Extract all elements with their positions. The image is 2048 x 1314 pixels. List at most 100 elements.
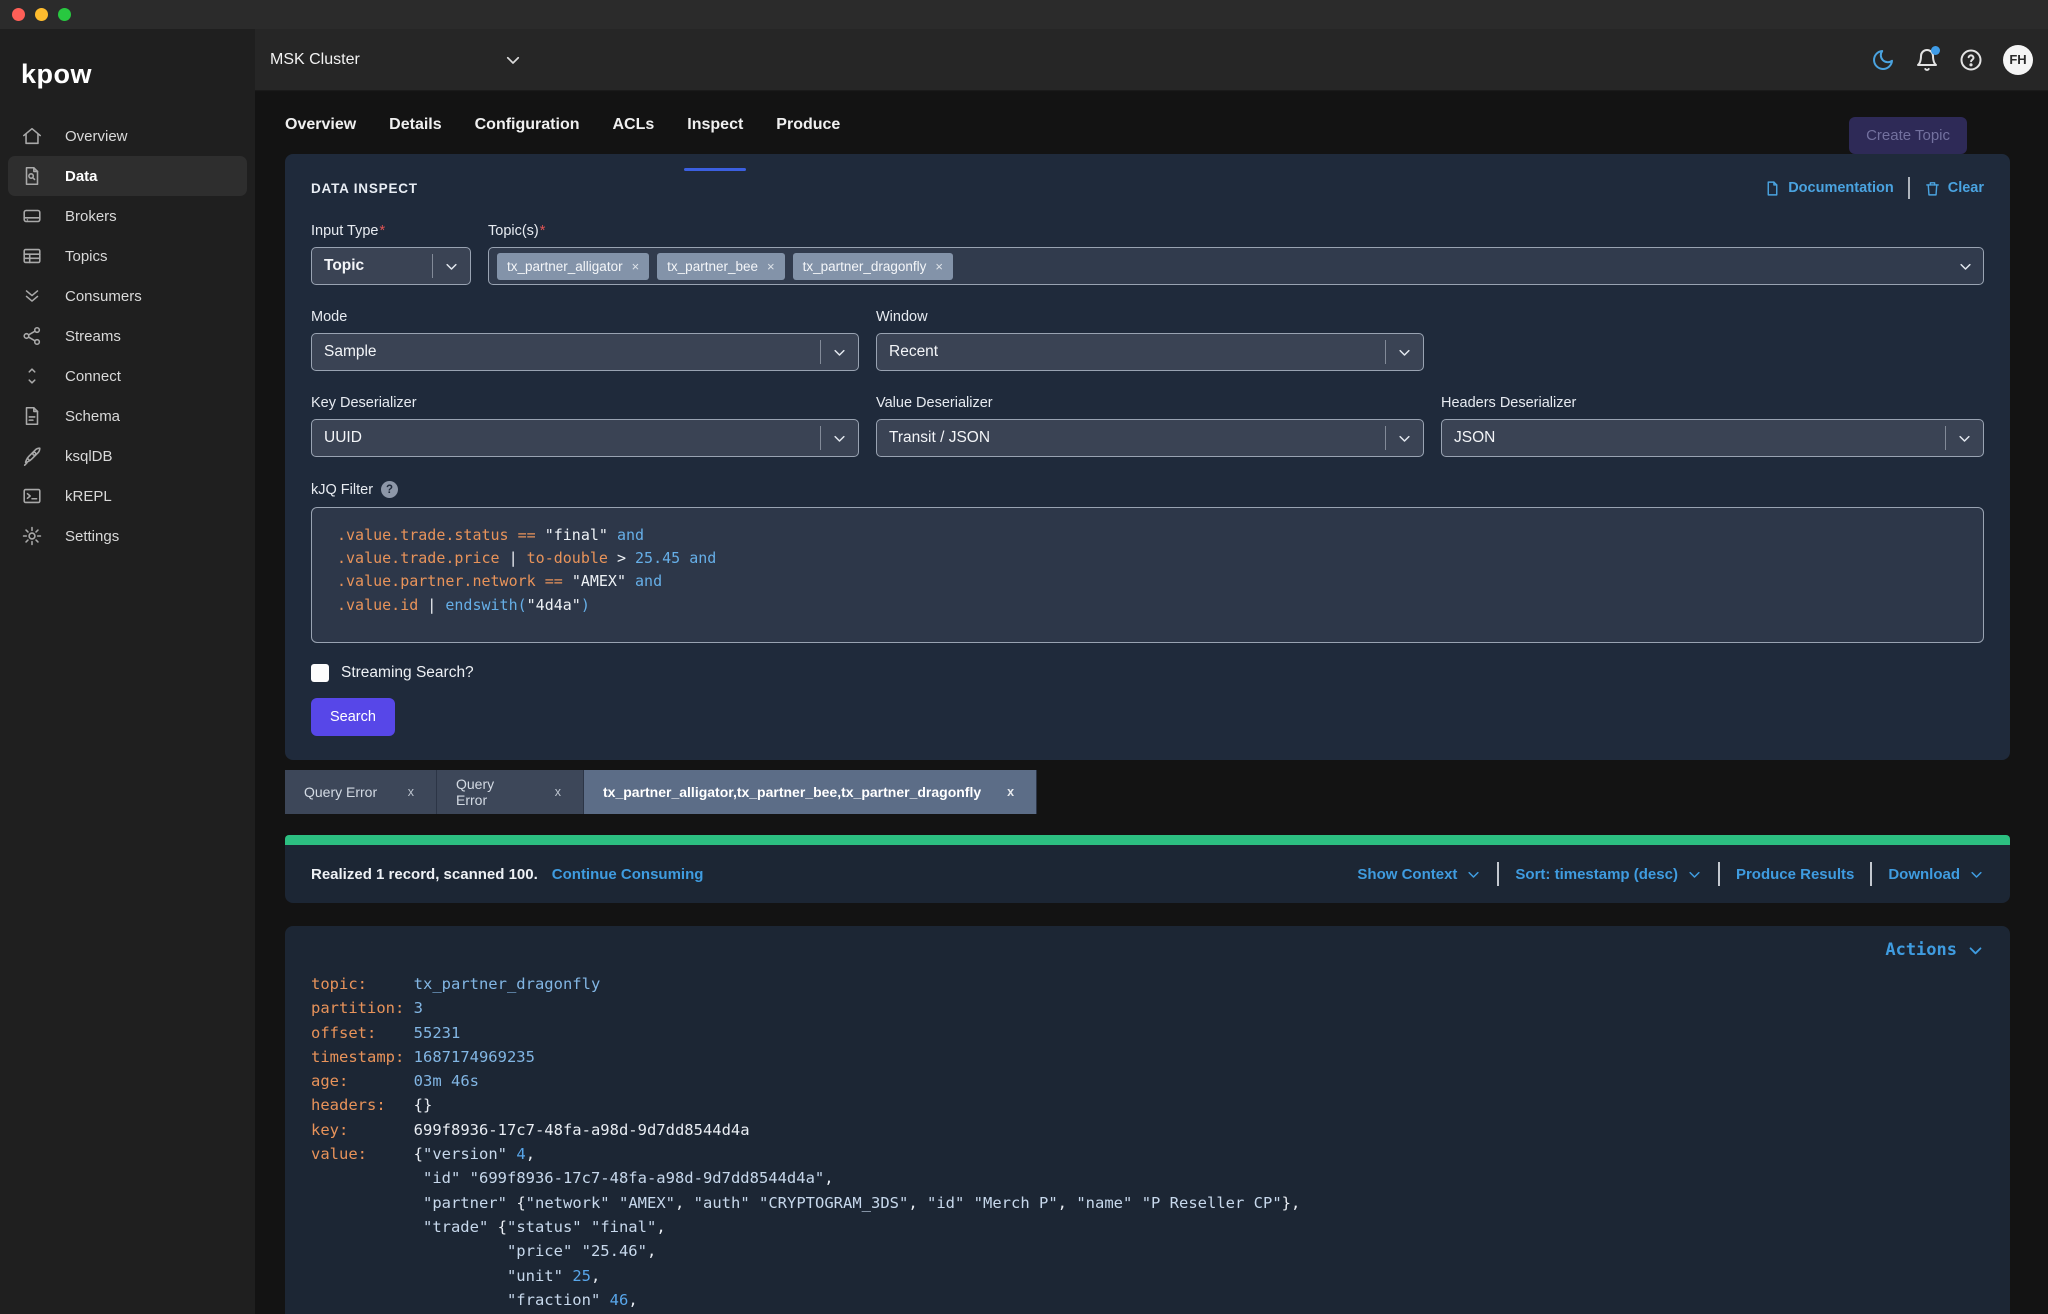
topic-tag: tx_partner_alligator ×: [497, 252, 650, 280]
required-asterisk: *: [379, 223, 386, 239]
close-tab-icon[interactable]: x: [1007, 785, 1014, 799]
sidebar-item-brokers[interactable]: Brokers: [8, 196, 247, 236]
clear-button[interactable]: Clear: [1924, 180, 1984, 197]
close-tab-icon[interactable]: x: [408, 785, 414, 799]
sidebar-item-label: ksqlDB: [65, 447, 113, 465]
sidebar-item-label: Streams: [65, 327, 121, 345]
notification-badge: [1931, 45, 1940, 55]
create-topic-button[interactable]: Create Topic: [1849, 117, 1967, 154]
query-result-tabs: Query Error x Query Error x tx_partner_allig…: [285, 770, 2010, 814]
sidebar-item-ksqldb[interactable]: ksqlDB: [8, 436, 247, 476]
document-icon: [21, 405, 43, 427]
data-inspect-panel: DATA INSPECT Documentation Clear Input T…: [285, 154, 2010, 760]
sidebar-item-overview[interactable]: Overview: [8, 116, 247, 156]
query-tab[interactable]: Query Error x: [285, 770, 437, 814]
tab-produce[interactable]: Produce: [776, 116, 840, 154]
download-dropdown[interactable]: Download: [1888, 866, 1984, 883]
documentation-link[interactable]: Documentation: [1764, 180, 1894, 197]
file-search-icon: [21, 165, 43, 187]
record-line: timestamp: 1687174969235: [311, 1047, 535, 1066]
help-button[interactable]: [1959, 48, 1983, 72]
value-deserializer-field: Value Deserializer Transit / JSON: [876, 395, 1424, 457]
actions-dropdown[interactable]: Actions: [1885, 940, 1984, 960]
drive-icon: [21, 205, 43, 227]
record-line: "id" "699f8936-17c7-48fa-a98d-9d7dd8544d…: [422, 1169, 834, 1188]
sidebar-item-data[interactable]: Data: [8, 156, 247, 196]
panel-title: DATA INSPECT: [311, 180, 418, 196]
sidebar-item-label: Schema: [65, 407, 121, 425]
kjq-filter-editor[interactable]: .value.trade.status == "final" and .value…: [311, 507, 1984, 643]
sidebar-nav: Overview Data Brokers Topics Consumers Stream…: [0, 116, 255, 556]
help-circle-icon[interactable]: ?: [381, 481, 399, 498]
zoom-window-button[interactable]: [58, 8, 71, 21]
cluster-selector[interactable]: MSK Cluster: [270, 51, 522, 69]
divider: [1497, 862, 1500, 886]
remove-tag-icon[interactable]: ×: [767, 259, 775, 274]
query-tab-label: Query Error: [456, 776, 495, 808]
topic-tag-label: tx_partner_bee: [667, 258, 758, 274]
key-deserializer-select[interactable]: UUID: [311, 419, 859, 457]
home-icon: [21, 125, 43, 147]
produce-results-link[interactable]: Produce Results: [1736, 866, 1854, 883]
trash-icon: [1925, 181, 1939, 196]
chevron-down-icon: [1959, 435, 1970, 442]
record-line: "unit" 25,: [506, 1266, 601, 1285]
sidebar-item-settings[interactable]: Settings: [8, 516, 247, 556]
sidebar-item-consumers[interactable]: Consumers: [8, 276, 247, 316]
remove-tag-icon[interactable]: ×: [632, 259, 640, 274]
dark-mode-toggle[interactable]: [1871, 48, 1895, 72]
minimize-window-button[interactable]: [35, 8, 48, 21]
chevron-down-icon: [1468, 871, 1480, 878]
sidebar-item-topics[interactable]: Topics: [8, 236, 247, 276]
search-button[interactable]: Search: [311, 698, 395, 736]
query-tab-label: tx_partner_alligator,tx_partner_bee,tx_p…: [603, 784, 982, 800]
chevron-down-icon: [1971, 871, 1982, 878]
share-icon: [21, 325, 43, 347]
sort-dropdown[interactable]: Sort: timestamp (desc): [1515, 866, 1702, 883]
record-line: "fraction" 46,: [506, 1290, 638, 1309]
chevrons-down-icon: [21, 285, 43, 307]
tab-configuration[interactable]: Configuration: [475, 116, 580, 154]
sidebar-item-label: Settings: [65, 527, 120, 545]
query-tab[interactable]: Query Error x: [437, 770, 584, 814]
record-detail: topic: tx_partner_dragonfly partition: 3 o…: [311, 972, 1984, 1314]
chevron-down-icon: [1959, 263, 1971, 270]
sidebar-item-streams[interactable]: Streams: [8, 316, 247, 356]
sidebar-item-krepl[interactable]: kREPL: [8, 476, 247, 516]
header-actions: FH: [1871, 44, 2048, 75]
topics-multiselect[interactable]: tx_partner_alligator × tx_partner_bee × tx_p…: [488, 247, 1984, 285]
close-window-button[interactable]: [12, 8, 25, 21]
notifications-button[interactable]: [1915, 45, 1940, 72]
topic-tag-label: tx_partner_alligator: [507, 258, 623, 274]
record-line: offset: 55231: [311, 1023, 461, 1042]
record-line: "price" "25.46",: [506, 1242, 657, 1261]
tab-inspect[interactable]: Inspect: [684, 116, 747, 171]
query-tab[interactable]: tx_partner_alligator,tx_partner_bee,tx_p…: [584, 770, 1038, 814]
mode-select[interactable]: Sample: [311, 333, 859, 371]
close-tab-icon[interactable]: x: [555, 785, 561, 799]
kjq-code-line: .value.trade.price | to-double > 25.45 a…: [337, 549, 717, 568]
avatar[interactable]: FH: [2003, 44, 2033, 75]
tab-acls[interactable]: ACLs: [613, 116, 655, 154]
window-select[interactable]: Recent: [876, 333, 1424, 371]
record-line: key: 699f8936-17c7-48fa-a98d-9d7dd8544d4…: [311, 1120, 750, 1139]
sidebar-item-schema[interactable]: Schema: [8, 396, 247, 436]
tab-overview[interactable]: Overview: [285, 116, 356, 154]
sidebar-item-connect[interactable]: Connect: [8, 356, 247, 396]
streaming-search-checkbox[interactable]: [311, 664, 329, 682]
topic-tabs: Overview Details Configuration ACLs Inspect P…: [285, 92, 2010, 171]
input-type-field: Input Type* Topic: [311, 223, 471, 285]
record-line: "partner" {"network" "AMEX", "auth" "CRY…: [422, 1193, 1301, 1212]
headers-deserializer-select[interactable]: JSON: [1441, 419, 1984, 457]
chevron-down-icon: [1969, 946, 1982, 954]
record-panel: Actions topic: tx_partner_dragonfly parti…: [285, 926, 2010, 1314]
continue-consuming-link[interactable]: Continue Consuming: [552, 866, 704, 883]
remove-tag-icon[interactable]: ×: [935, 259, 943, 274]
tab-details[interactable]: Details: [389, 116, 441, 154]
input-type-select[interactable]: Topic: [311, 247, 471, 285]
value-deserializer-select[interactable]: Transit / JSON: [876, 419, 1424, 457]
document-icon: [1767, 180, 1778, 196]
show-context-dropdown[interactable]: Show Context: [1357, 866, 1481, 883]
progress-bar: [285, 835, 2010, 845]
chevron-down-icon: [834, 435, 845, 442]
